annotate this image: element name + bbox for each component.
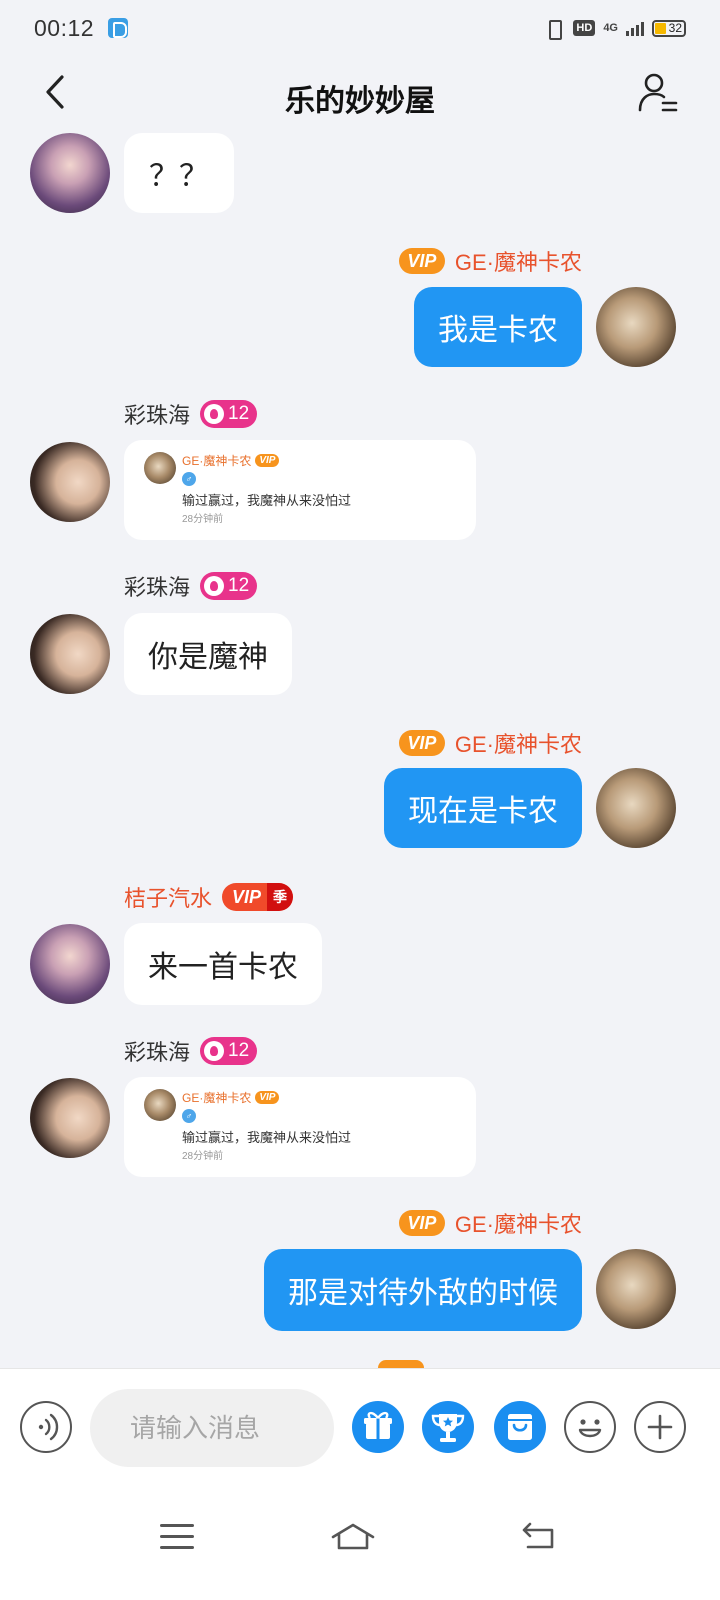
avatar[interactable] [30, 133, 110, 213]
shared-post-card[interactable]: GE·魔神卡农 VIP ♂ 输过赢过，我魔神从来没怕过 28分钟前 [124, 440, 476, 540]
sender-row: 彩珠海 12 [124, 1035, 258, 1067]
card-time: 28分钟前 [182, 514, 224, 525]
card-time: 28分钟前 [182, 1151, 224, 1162]
sender-name[interactable]: 彩珠海 [124, 1035, 190, 1067]
hd-icon: HD [573, 20, 596, 36]
sender-name[interactable]: GE·魔神卡农 [455, 1207, 582, 1239]
message-bubble[interactable]: 我是卡农 [414, 287, 582, 367]
sender-name[interactable]: 彩珠海 [124, 398, 190, 430]
level-badge: 12 [200, 572, 258, 600]
card-avatar [144, 1089, 176, 1121]
more-button[interactable] [634, 1401, 686, 1453]
network-type: 4G [603, 21, 618, 34]
male-icon: ♂ [182, 472, 196, 486]
sender-row: VIP GE·魔神卡农 [398, 1207, 582, 1239]
member-list-icon[interactable] [636, 70, 680, 114]
avatar[interactable] [30, 924, 110, 1004]
level-badge: 12 [200, 400, 258, 428]
message-input[interactable] [90, 1389, 334, 1467]
home-icon[interactable] [330, 1520, 376, 1552]
sender-name[interactable]: GE·魔神卡农 [455, 245, 582, 277]
card-text: 输过赢过，我魔神从来没怕过 [182, 493, 352, 508]
message-bubble[interactable]: 现在是卡农 [384, 768, 582, 848]
avatar[interactable] [596, 1249, 676, 1329]
card-author: GE·魔神卡农 VIP [182, 452, 280, 469]
card-text: 输过赢过，我魔神从来没怕过 [182, 1130, 352, 1145]
card-avatar [144, 452, 176, 484]
vip-season-badge: VIP 季 [222, 883, 294, 911]
male-icon: ♂ [182, 1109, 196, 1123]
sender-row: VIP GE·魔神卡农 [398, 245, 582, 277]
shop-icon [508, 1414, 532, 1440]
gift-button[interactable] [352, 1401, 404, 1453]
app-notification-icon [108, 18, 129, 38]
sender-name[interactable]: 桔子汽水 [124, 881, 212, 913]
input-toolbar [0, 1368, 720, 1490]
voice-button[interactable] [20, 1401, 72, 1453]
battery-icon: 32 [652, 19, 686, 37]
chat-header: 乐的妙妙屋 [0, 60, 720, 124]
gift-icon [364, 1411, 392, 1439]
shop-button[interactable] [494, 1401, 546, 1453]
sender-name[interactable]: 彩珠海 [124, 570, 190, 602]
level-icon [204, 576, 225, 596]
card-author: GE·魔神卡农 VIP [182, 1089, 280, 1106]
recent-apps-button[interactable] [160, 1524, 194, 1557]
trophy-icon [431, 1414, 465, 1442]
voice-icon [38, 1413, 59, 1441]
trophy-button[interactable] [422, 1401, 474, 1453]
emoji-icon [578, 1419, 602, 1438]
message-bubble[interactable]: ？？ [124, 133, 234, 213]
vip-badge: VIP [398, 248, 445, 274]
avatar[interactable] [596, 768, 676, 848]
card-vip-badge: VIP [255, 1091, 280, 1104]
level-badge: 12 [200, 1037, 258, 1065]
vip-badge: VIP [398, 1210, 445, 1236]
system-nav-bar [0, 1490, 720, 1600]
sender-name[interactable]: GE·魔神卡农 [455, 727, 582, 759]
avatar[interactable] [30, 442, 110, 522]
level-icon [204, 1041, 225, 1061]
room-title: 乐的妙妙屋 [285, 85, 435, 118]
status-icons: HD 4G 32 [543, 19, 686, 40]
avatar[interactable] [30, 614, 110, 694]
message-bubble[interactable]: 你是魔神 [124, 613, 292, 695]
sender-row: 桔子汽水 VIP 季 [124, 881, 294, 913]
avatar[interactable] [596, 287, 676, 367]
avatar[interactable] [30, 1078, 110, 1158]
sender-row: 彩珠海 12 [124, 570, 258, 602]
card-vip-badge: VIP [255, 454, 280, 467]
vip-badge: VIP [398, 730, 445, 756]
status-time: 00:12 [34, 14, 95, 41]
plus-icon [647, 1414, 673, 1440]
nav-back-icon[interactable] [518, 1520, 558, 1552]
level-icon [204, 404, 225, 424]
message-bubble[interactable]: 来一首卡农 [124, 923, 322, 1005]
sender-row: 彩珠海 12 [124, 398, 258, 430]
sender-row: VIP GE·魔神卡农 [398, 727, 582, 759]
status-bar: 00:12 HD 4G 32 [0, 0, 720, 56]
shared-post-card[interactable]: GE·魔神卡农 VIP ♂ 输过赢过，我魔神从来没怕过 28分钟前 [124, 1077, 476, 1177]
message-bubble[interactable]: 那是对待外敌的时候 [264, 1249, 582, 1331]
signal-icon [626, 20, 644, 36]
vip-badge-partial [378, 1360, 424, 1368]
emoji-button[interactable] [564, 1401, 616, 1453]
battery-level: 32 [668, 20, 682, 35]
vibrate-icon [543, 19, 565, 40]
